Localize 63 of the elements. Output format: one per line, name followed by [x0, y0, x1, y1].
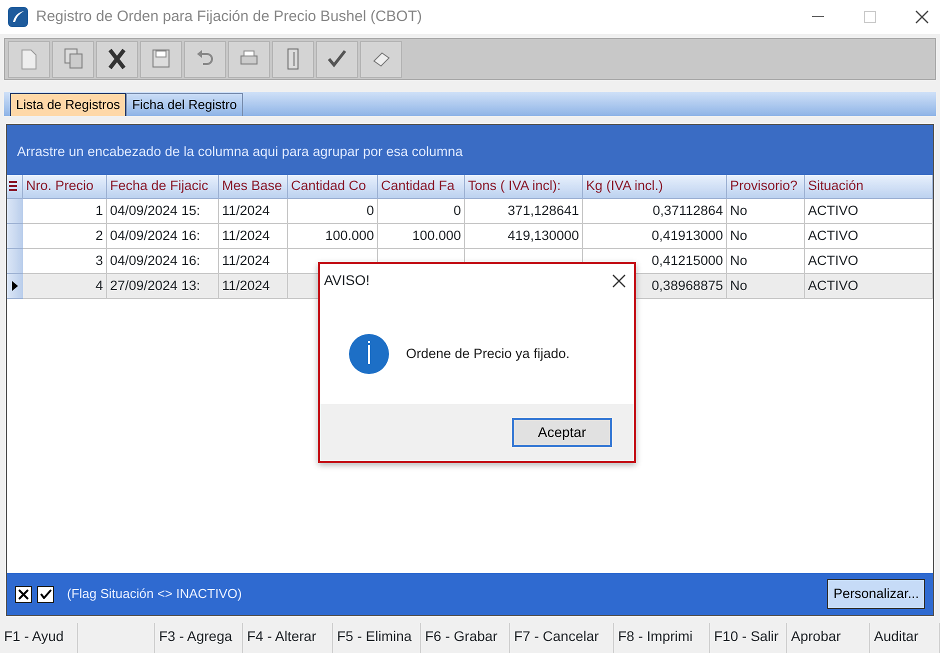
table-cell: 27/09/2024 13:	[107, 274, 219, 299]
column-chooser-icon[interactable]	[7, 174, 23, 199]
accept-button[interactable]: Aceptar	[512, 418, 612, 447]
column-header[interactable]: Tons ( IVA incl):	[465, 174, 583, 199]
column-header[interactable]: Situación	[805, 174, 933, 199]
info-icon	[348, 333, 390, 375]
function-key[interactable]: F8 - Imprimi	[614, 623, 710, 653]
table-cell: ACTIVO	[805, 224, 933, 249]
table-cell: 0	[378, 198, 465, 224]
column-header[interactable]: Cantidad Fa	[378, 174, 465, 199]
toolbar-button[interactable]	[228, 40, 270, 78]
column-header[interactable]: Provisorio?	[727, 174, 805, 199]
toolbar-button[interactable]	[140, 40, 182, 78]
column-header[interactable]: Kg (IVA incl.)	[583, 174, 727, 199]
column-header[interactable]: Cantidad Co	[288, 174, 378, 199]
function-key[interactable]: F3 - Agrega	[155, 623, 243, 653]
function-key[interactable]: F7 - Cancelar	[510, 623, 614, 653]
column-header[interactable]: Fecha de Fijacic	[107, 174, 219, 199]
function-key[interactable]: F1 - Ayud	[0, 623, 78, 653]
row-selector[interactable]	[7, 274, 23, 299]
dialog-message: Ordene de Precio ya fijado.	[406, 344, 570, 363]
table-cell: 04/09/2024 16:	[107, 224, 219, 249]
table-cell: ACTIVO	[805, 274, 933, 299]
toolbar-button[interactable]	[316, 40, 358, 78]
customize-button[interactable]: Personalizar...	[827, 579, 925, 610]
table-cell: No	[727, 198, 805, 224]
toolbar-button[interactable]	[272, 40, 314, 78]
tab[interactable]: Lista de Registros	[10, 92, 126, 116]
table-cell: 0	[288, 198, 378, 224]
function-key[interactable]: F10 - Salir	[710, 623, 787, 653]
function-key[interactable]: Aprobar	[787, 623, 870, 653]
table-cell: No	[727, 224, 805, 249]
app-logo-icon	[8, 6, 28, 27]
table-cell: 0,41913000	[583, 224, 727, 249]
filter-text: (Flag Situación <> INACTIVO)	[67, 585, 242, 604]
function-key[interactable]: F4 - Alterar	[243, 623, 333, 653]
function-key[interactable]: Auditar	[870, 623, 940, 653]
column-header[interactable]: Mes Base	[219, 174, 288, 199]
table-cell: 100.000	[288, 224, 378, 249]
group-by-panel: Arrastre un encabezado de la columna aqui para agrupar por esa columna	[7, 124, 933, 175]
tab[interactable]: Ficha del Registro	[126, 92, 243, 116]
function-key[interactable]: F5 - Elimina	[333, 623, 421, 653]
column-header[interactable]: Nro. Precio	[23, 174, 107, 199]
filter-checkbox[interactable]	[37, 586, 54, 603]
window-title: Registro de Orden para Fijación de Precio Bushel (CBOT)	[36, 6, 424, 27]
table-cell: ACTIVO	[805, 198, 933, 224]
table-cell: 419,130000	[465, 224, 583, 249]
row-pointer-icon	[12, 280, 18, 291]
table-cell: 100.000	[378, 224, 465, 249]
table-cell: 11/2024	[219, 224, 288, 249]
toolbar-button[interactable]	[96, 40, 138, 78]
table-cell: 371,128641	[465, 198, 583, 224]
table-cell: 0,37112864	[583, 198, 727, 224]
clear-filter-icon[interactable]	[15, 586, 32, 603]
table-cell: 1	[23, 198, 107, 224]
table-cell: 2	[23, 224, 107, 249]
table-cell: 4	[23, 274, 107, 299]
table-cell: 11/2024	[219, 198, 288, 224]
dialog-title: AVISO!	[324, 271, 370, 290]
function-key[interactable]: F6 - Grabar	[421, 623, 510, 653]
table-cell: 11/2024	[219, 274, 288, 299]
table-cell: No	[727, 274, 805, 299]
table-cell: 04/09/2024 15:	[107, 198, 219, 224]
